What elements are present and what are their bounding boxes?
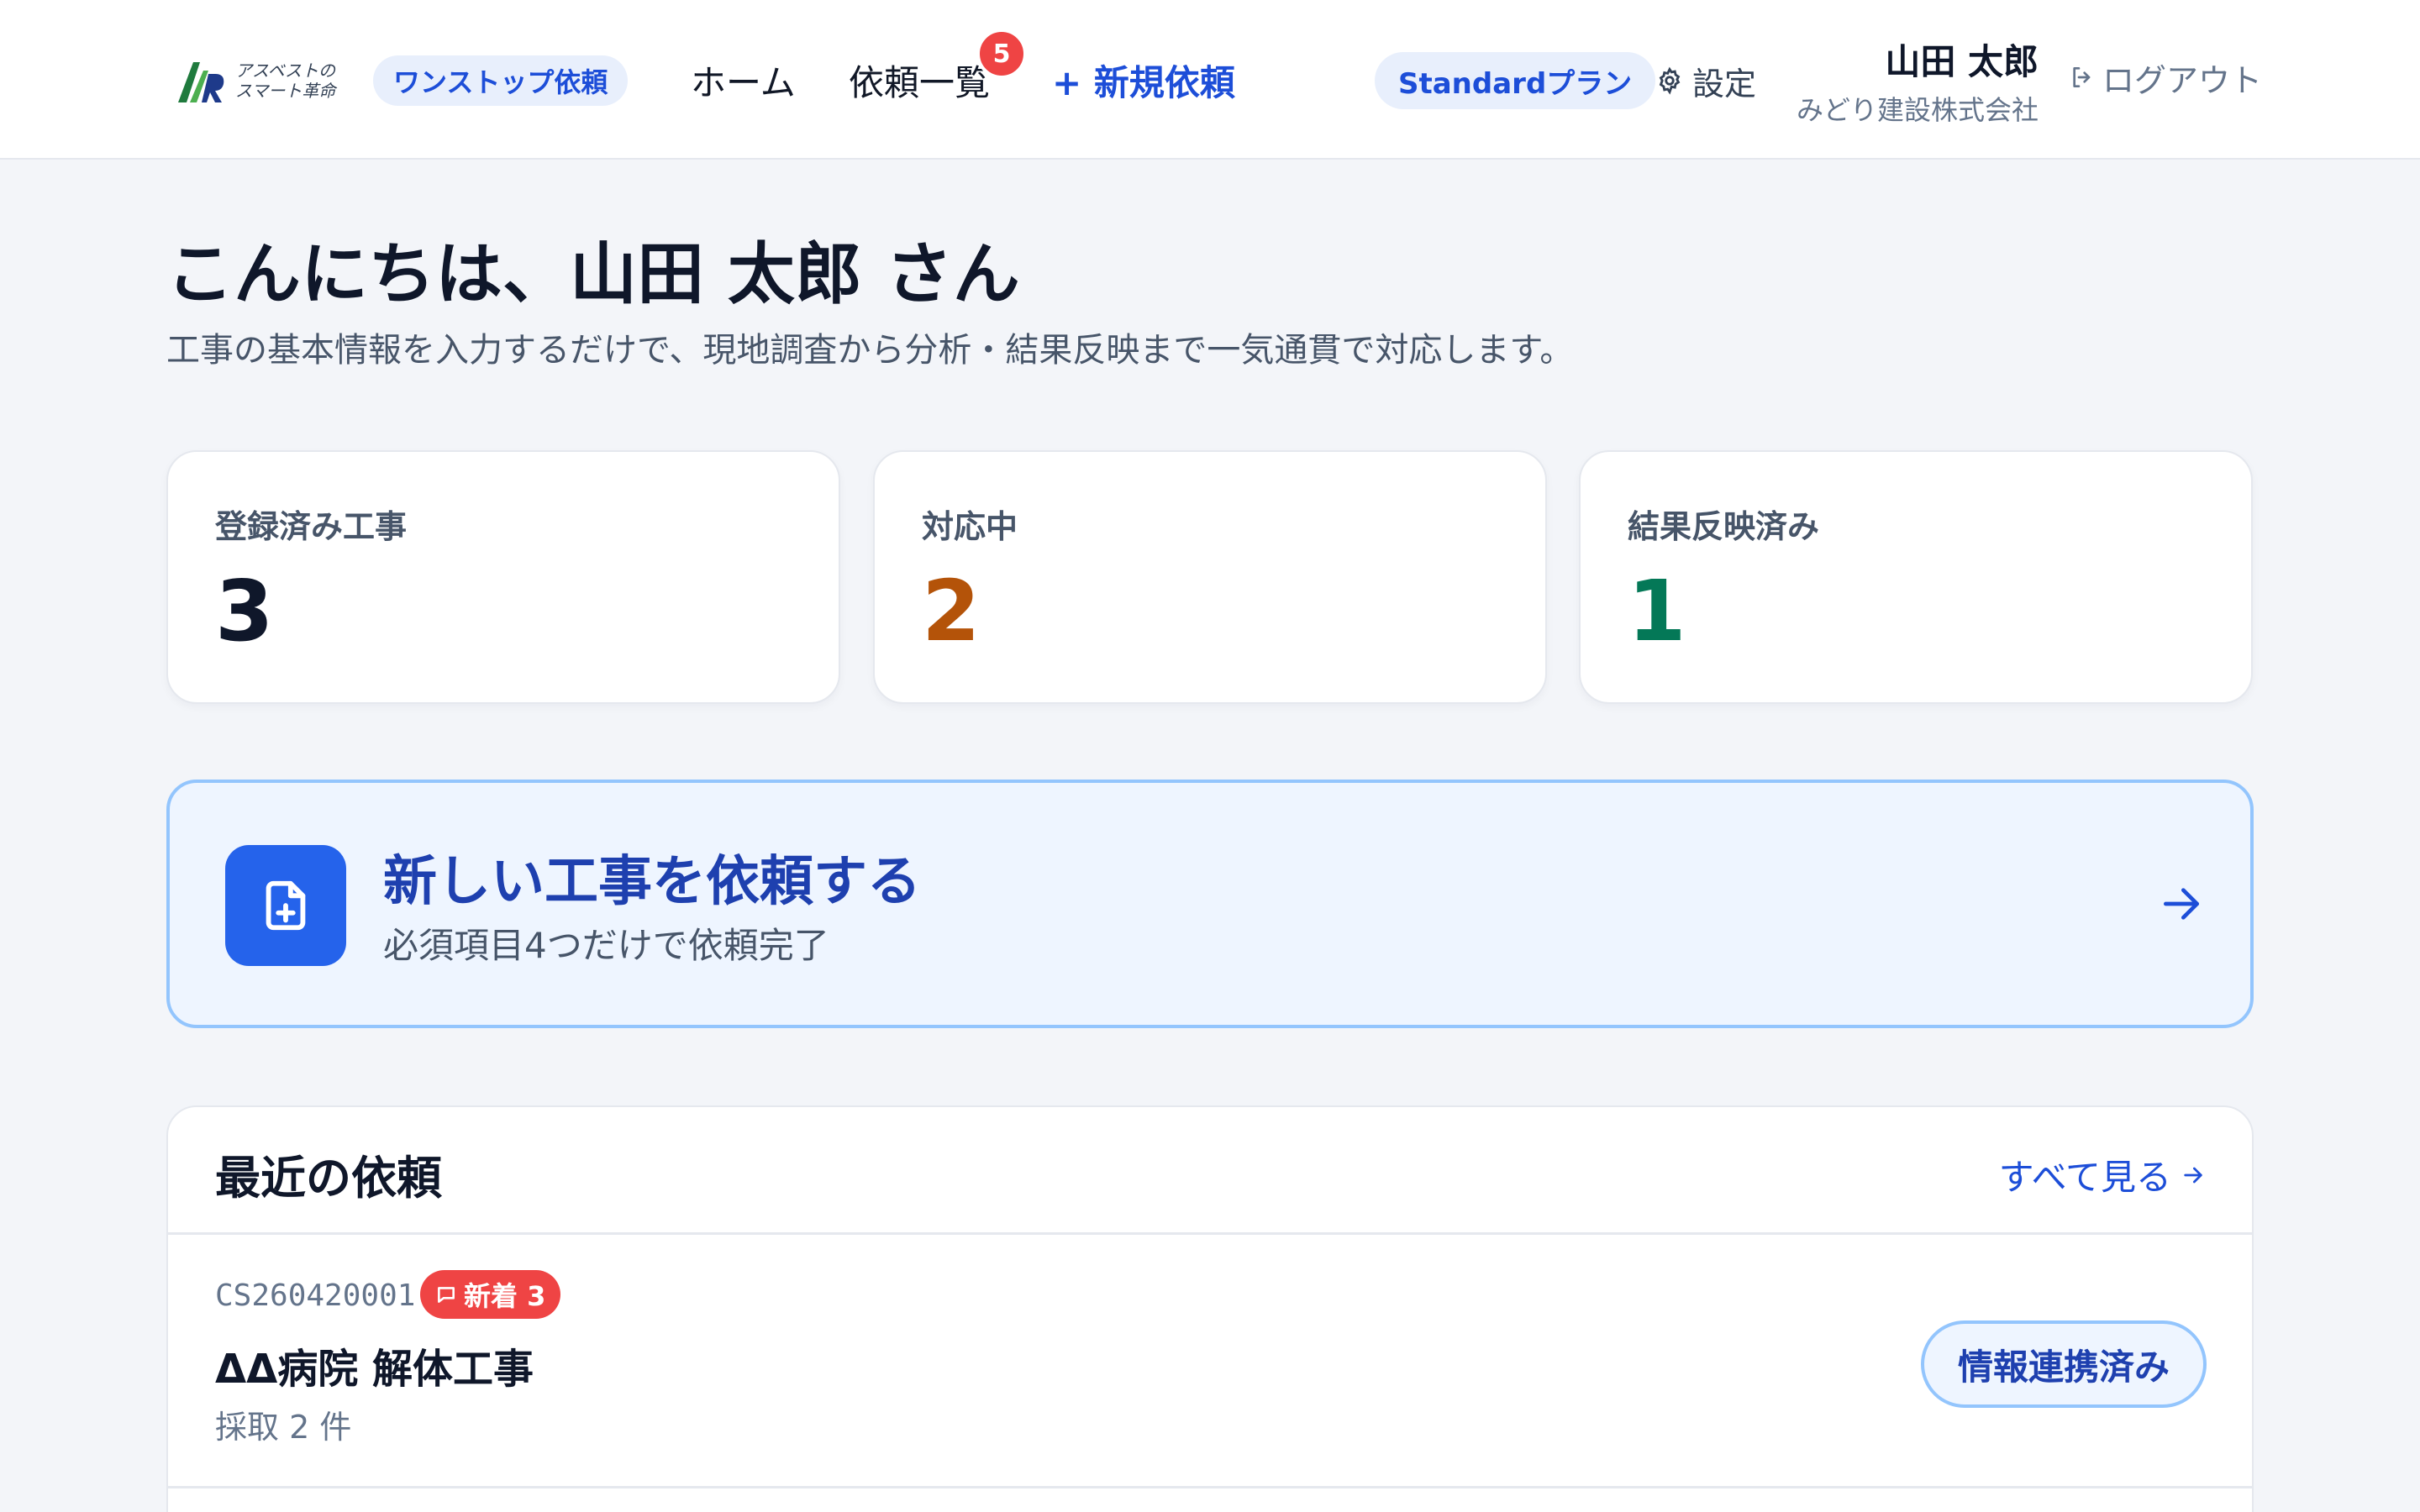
stat-value: 3 [215,562,274,660]
nav-home[interactable]: ホーム [691,52,796,108]
request-id: CS260420001 [215,1278,416,1313]
stat-label: 登録済み工事 [215,508,408,545]
message-icon [438,1287,455,1303]
recent-requests-panel: 最近の依頼 すべて見る CS260420001 新着 3 ΔΔ病院 解体工事 採… [166,1105,2254,1512]
request-sample-count: 採取 2 件 [215,1409,352,1446]
user-name: 山田 太郎 [1885,41,2039,82]
request-title: ΔΔ病院 解体工事 [215,1346,534,1393]
stat-card-registered: 登録済み工事 3 [166,450,840,704]
stat-card-completed: 結果反映済み 1 [1579,450,2253,704]
arrow-right-icon [2164,888,2199,920]
stat-label: 対応中 [922,508,1018,545]
nav-request-list[interactable]: 依頼一覧 [849,52,990,108]
plan-badge: Standardプラン [1375,52,1656,109]
new-request-subtitle: 必須項目4つだけで依頼完了 [383,925,829,966]
nav-new-request[interactable]: + 新規依頼 [1052,52,1235,108]
logo-mark-icon [178,62,224,102]
new-request-title: 新しい工事を依頼する [383,851,921,913]
new-messages-badge: 新着 3 [420,1270,561,1319]
top-header: アスベストの スマート革命 ワンストップ依頼 ホーム 依頼一覧 5 + 新規依頼… [0,0,2420,160]
arrow-right-icon [2184,1167,2202,1183]
onestop-pill: ワンストップ依頼 [373,55,629,106]
logo-text-line1: アスベストの [235,60,335,81]
new-request-card[interactable]: 新しい工事を依頼する 必須項目4つだけで依頼完了 [166,780,2254,1028]
stat-value: 2 [922,562,981,660]
status-badge: 情報連携済み [1920,1320,2207,1408]
table-row[interactable]: CS260420001 新着 3 ΔΔ病院 解体工事 採取 2 件 情報連携済み [168,1236,2252,1488]
page-subtitle: 工事の基本情報を入力するだけで、現地調査から分析・結果反映まで一気通貫で対応しま… [166,331,1574,370]
page-title: こんにちは、山田 太郎 さん [166,235,1020,313]
logo[interactable]: アスベストの スマート革命 [175,55,343,106]
settings-link[interactable]: 設定 [1655,55,1756,106]
see-all-label: すべて見る [1998,1157,2171,1198]
logout-label: ログアウト [2102,61,2263,99]
logout-link[interactable]: ログアウト [2069,52,2262,102]
new-messages-label: 新着 3 [464,1280,546,1312]
logout-icon [2073,67,2091,87]
stat-label: 結果反映済み [1628,508,1820,545]
stat-value: 1 [1628,562,1686,660]
file-plus-icon [225,845,346,966]
recent-requests-title: 最近の依頼 [215,1152,442,1205]
settings-label: 設定 [1692,65,1757,102]
logo-text-line2: スマート革命 [235,81,336,101]
gear-icon [1659,66,1681,95]
recent-requests-header: 最近の依頼 すべて見る [168,1107,2252,1235]
user-company: みどり建設株式会社 [1796,94,2039,126]
stat-card-in-progress: 対応中 2 [873,450,1547,704]
see-all-link[interactable]: すべて見る [1999,1149,2207,1200]
notification-badge: 5 [976,29,1027,79]
